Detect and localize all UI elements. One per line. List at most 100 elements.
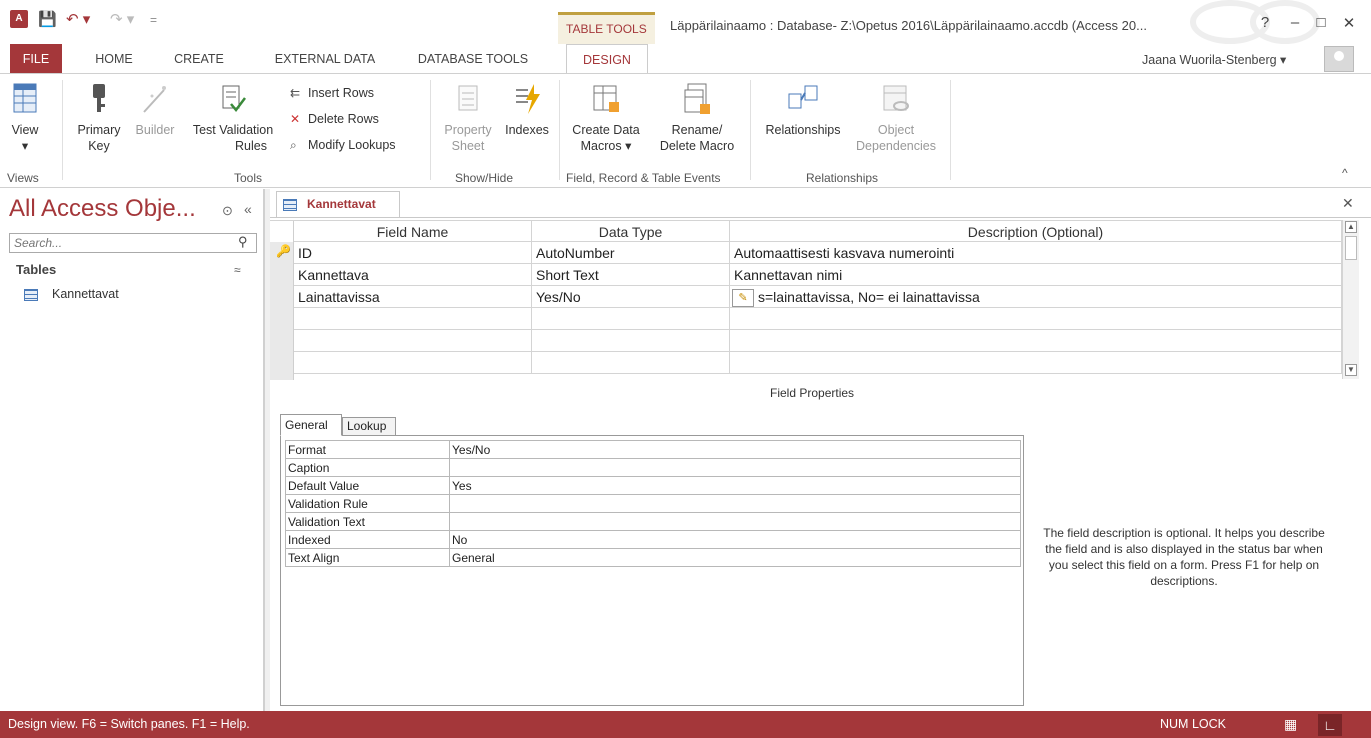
- tab-create[interactable]: CREATE: [163, 44, 235, 74]
- view-button[interactable]: View ▾: [8, 82, 42, 154]
- design-view-icon[interactable]: ∟: [1318, 714, 1342, 736]
- user-account-name[interactable]: Jaana Wuorila-Stenberg ▾: [1142, 52, 1286, 67]
- document-tab-kannettavat[interactable]: Kannettavat: [276, 191, 400, 217]
- description-cell[interactable]: s=lainattavissa, No= ei lainattavissa: [730, 286, 1342, 308]
- property-sheet-button[interactable]: Property Sheet: [438, 82, 498, 154]
- property-value[interactable]: General: [449, 548, 1021, 567]
- property-value[interactable]: Yes/No: [449, 440, 1021, 459]
- nav-collapse-icon[interactable]: «: [244, 201, 252, 217]
- description-cell[interactable]: [730, 352, 1342, 374]
- tab-external-data[interactable]: EXTERNAL DATA: [262, 44, 388, 74]
- description-cell[interactable]: Kannettavan nimi: [730, 264, 1342, 286]
- help-button[interactable]: ?: [1254, 14, 1276, 31]
- nav-group-tables[interactable]: Tables: [16, 262, 56, 277]
- save-icon[interactable]: 💾: [38, 10, 57, 28]
- data-type-cell[interactable]: Short Text: [532, 264, 730, 286]
- table-row[interactable]: Kannettava Short Text Kannettavan nimi: [270, 264, 1342, 286]
- description-cell[interactable]: [730, 308, 1342, 330]
- scroll-thumb[interactable]: [1345, 236, 1357, 260]
- property-row[interactable]: Format Yes/No: [285, 440, 1021, 459]
- user-avatar[interactable]: [1324, 46, 1354, 72]
- modify-lookups-button[interactable]: ⌕ Modify Lookups: [290, 138, 396, 153]
- column-header-description[interactable]: Description (Optional): [730, 221, 1342, 243]
- minimize-button[interactable]: –: [1284, 14, 1306, 31]
- create-data-macros-button[interactable]: Create Data Macros ▾: [566, 82, 646, 154]
- row-selector[interactable]: [270, 308, 294, 330]
- tab-home[interactable]: HOME: [84, 44, 144, 74]
- field-name-cell[interactable]: [294, 330, 532, 352]
- datasheet-view-icon[interactable]: ▦: [1284, 716, 1297, 733]
- rename-delete-macro-button[interactable]: Rename/ Delete Macro: [652, 82, 742, 154]
- primary-key-button[interactable]: Primary Key: [74, 82, 124, 154]
- property-value[interactable]: [449, 494, 1021, 513]
- row-selector[interactable]: 🔑: [270, 242, 294, 264]
- test-validation-rules-button[interactable]: Test Validation Rules: [186, 82, 280, 154]
- vertical-scrollbar[interactable]: ▲ ▼: [1342, 220, 1359, 379]
- scroll-down-icon[interactable]: ▼: [1345, 364, 1357, 376]
- tab-design[interactable]: DESIGN: [566, 44, 648, 74]
- nav-pane-title[interactable]: All Access Obje...: [9, 195, 196, 223]
- customize-qat-icon[interactable]: =: [150, 13, 157, 27]
- field-name-cell[interactable]: ID: [294, 242, 532, 264]
- column-header-data-type[interactable]: Data Type: [532, 221, 730, 243]
- property-value[interactable]: No: [449, 530, 1021, 549]
- data-type-cell[interactable]: [532, 352, 730, 374]
- field-name-cell[interactable]: Kannettava: [294, 264, 532, 286]
- builder-button[interactable]: Builder: [130, 82, 180, 138]
- search-icon[interactable]: ⚲: [238, 234, 248, 250]
- tab-general[interactable]: General: [280, 414, 342, 436]
- nav-search-input[interactable]: [9, 233, 257, 253]
- tab-database-tools[interactable]: DATABASE TOOLS: [408, 44, 538, 74]
- data-type-cell[interactable]: Yes/No: [532, 286, 730, 308]
- table-row[interactable]: [270, 330, 1342, 352]
- property-row[interactable]: Validation Text: [285, 512, 1021, 531]
- relationships-button[interactable]: Relationships: [758, 82, 848, 138]
- tab-file[interactable]: FILE: [10, 44, 62, 74]
- restore-button[interactable]: □: [1310, 14, 1332, 31]
- insert-rows-button[interactable]: ⇇ Insert Rows: [290, 86, 374, 100]
- table-row[interactable]: [270, 352, 1342, 374]
- data-type-cell[interactable]: [532, 330, 730, 352]
- row-selector[interactable]: [270, 352, 294, 374]
- field-name-cell[interactable]: [294, 352, 532, 374]
- nav-menu-dropdown-icon[interactable]: ⊙: [222, 203, 233, 219]
- row-selector[interactable]: [270, 330, 294, 352]
- property-name: Indexed: [285, 530, 450, 549]
- indexes-button[interactable]: Indexes: [500, 82, 554, 138]
- property-update-options-icon[interactable]: ✎: [732, 289, 754, 307]
- property-row[interactable]: Validation Rule: [285, 494, 1021, 513]
- delete-rows-button[interactable]: ✕ Delete Rows: [290, 112, 379, 126]
- scroll-up-icon[interactable]: ▲: [1345, 221, 1357, 233]
- property-row[interactable]: Caption: [285, 458, 1021, 477]
- property-value[interactable]: [449, 512, 1021, 531]
- object-dependencies-button[interactable]: Object Dependencies: [850, 82, 942, 154]
- property-row[interactable]: Indexed No: [285, 530, 1021, 549]
- field-name-cell[interactable]: [294, 308, 532, 330]
- collapse-ribbon-button[interactable]: ^: [1342, 166, 1348, 180]
- chevron-up-icon[interactable]: ≈: [234, 263, 241, 277]
- row-selector[interactable]: [270, 286, 294, 308]
- table-row[interactable]: 🔑 ID AutoNumber Automaattisesti kasvava …: [270, 242, 1342, 264]
- grid-corner[interactable]: [270, 221, 294, 243]
- access-app-icon[interactable]: A: [10, 10, 28, 28]
- property-value[interactable]: Yes: [449, 476, 1021, 495]
- modify-lookups-icon: ⌕: [290, 138, 297, 152]
- field-name-cell[interactable]: Lainattavissa: [294, 286, 532, 308]
- nav-item-kannettavat[interactable]: Kannettavat: [24, 287, 119, 301]
- property-value[interactable]: [449, 458, 1021, 477]
- row-selector[interactable]: [270, 264, 294, 286]
- table-row[interactable]: [270, 308, 1342, 330]
- redo-icon[interactable]: ↷ ▾: [110, 10, 134, 28]
- close-document-icon[interactable]: ✕: [1342, 195, 1354, 212]
- description-cell[interactable]: [730, 330, 1342, 352]
- data-type-cell[interactable]: [532, 308, 730, 330]
- property-row[interactable]: Default Value Yes: [285, 476, 1021, 495]
- undo-icon[interactable]: ↶ ▾: [66, 10, 90, 28]
- data-type-cell[interactable]: AutoNumber: [532, 242, 730, 264]
- description-cell[interactable]: Automaattisesti kasvava numerointi: [730, 242, 1342, 264]
- close-window-button[interactable]: ✕: [1338, 14, 1360, 32]
- column-header-field-name[interactable]: Field Name: [294, 221, 532, 243]
- table-row[interactable]: Lainattavissa Yes/No s=lainattavissa, No…: [270, 286, 1342, 308]
- tab-lookup[interactable]: Lookup: [342, 417, 396, 436]
- property-row[interactable]: Text Align General: [285, 548, 1021, 567]
